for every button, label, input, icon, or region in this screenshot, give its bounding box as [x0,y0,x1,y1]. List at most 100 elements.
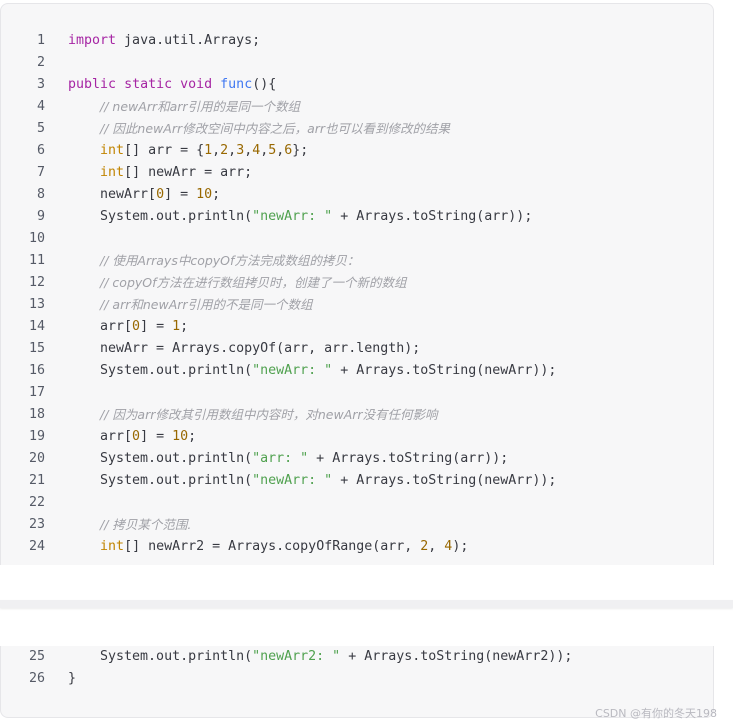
code-token: ] = [164,187,197,202]
code-token: + Arrays.toString(newArr)); [332,473,557,488]
line-number: 11 [28,253,45,268]
line-number: 21 [28,473,45,488]
code-text: arr[0] = 10; [68,426,196,448]
code-token: // 因为arr修改其引用数组中内容时，对newArr没有任何影响 [100,407,438,422]
code-line: 25 System.out.println("newArr2: " + Arra… [1,646,713,668]
code-text: // 拷贝某个范围. [68,514,191,537]
code-line: 22 [1,492,713,514]
code-token: System.out.println( [68,649,253,664]
code-text: // 使用Arrays中copyOf方法完成数组的拷贝： [68,250,359,273]
code-token: "newArr: " [252,473,333,488]
code-token: void [180,77,213,92]
line-number: 2 [36,55,45,70]
line-number: 1 [36,33,45,48]
code-token: "newArr: " [252,363,333,378]
code-token: , [428,539,445,554]
line-number: 26 [28,671,45,686]
code-text: System.out.println("newArr2: " + Arrays.… [68,646,572,668]
code-line: 13 // arr和newArr引用的不是同一个数组 [1,294,713,316]
line-number: 15 [28,341,45,356]
code-token: }; [292,143,309,158]
code-token: System.out.println( [68,209,253,224]
code-text: } [68,668,76,690]
line-number: 18 [28,407,45,422]
code-token: newArr = Arrays.copyOf(arr, arr.length); [68,341,421,356]
code-line: 23 // 拷贝某个范围. [1,514,713,536]
code-line: 14 arr[0] = 1; [1,316,713,338]
code-token: // copyOf方法在进行数组拷贝时，创建了一个新的数组 [100,275,407,290]
code-line: 12 // copyOf方法在进行数组拷贝时，创建了一个新的数组 [1,272,713,294]
code-text: arr[0] = 1; [68,316,188,338]
code-line: 2 [1,52,713,74]
code-line: 1 import java.util.Arrays; [1,30,713,52]
code-token: + Arrays.toString(arr)); [332,209,533,224]
code-token: int [100,143,125,158]
code-token: ; [188,429,197,444]
code-text: // copyOf方法在进行数组拷贝时，创建了一个新的数组 [68,272,407,295]
line-number: 8 [36,187,45,202]
code-token: arr[ [68,429,133,444]
code-token: 10 [172,429,189,444]
line-number: 20 [28,451,45,466]
code-token: ; [180,319,189,334]
code-token: [] newArr = arr; [124,165,253,180]
code-line: 21 System.out.println("newArr: " + Array… [1,470,713,492]
line-number: 4 [36,99,45,114]
code-token: + Arrays.toString(newArr2)); [340,649,573,664]
page-break-divider [0,600,733,608]
code-token: int [100,165,125,180]
code-line: 4 // newArr和arr引用的是同一个数组 [1,96,713,118]
line-number: 22 [28,495,45,510]
code-token: + Arrays.toString(newArr)); [332,363,557,378]
code-token: java.util.Arrays; [116,33,261,48]
line-number: 14 [28,319,45,334]
code-token: // 使用Arrays中copyOf方法完成数组的拷贝： [100,253,360,268]
line-number: 23 [28,517,45,532]
code-token: ] = [140,319,173,334]
line-number: 6 [36,143,45,158]
code-text: newArr[0] = 10; [68,184,220,206]
code-token: // arr和newArr引用的不是同一个数组 [100,297,313,312]
line-number: 9 [36,209,45,224]
code-token: (){ [252,77,277,92]
code-line: 5 // 因此newArr修改空间中内容之后，arr也可以看到修改的结果 [1,118,713,140]
line-number: 16 [28,363,45,378]
code-text: System.out.println("arr: " + Arrays.toSt… [68,448,508,470]
code-token: // 因此newArr修改空间中内容之后，arr也可以看到修改的结果 [100,121,451,136]
line-number: 17 [28,385,45,400]
line-number: 13 [28,297,45,312]
line-number: 19 [28,429,45,444]
code-token: , [228,143,237,158]
code-line: 17 [1,382,713,404]
code-line: 10 [1,228,713,250]
line-number: 3 [36,77,45,92]
code-text: System.out.println("newArr: " + Arrays.t… [68,360,556,382]
code-text: int[] newArr = arr; [68,162,252,184]
code-text: System.out.println("newArr: " + Arrays.t… [68,206,532,228]
code-text: import java.util.Arrays; [68,30,260,52]
line-number: 7 [36,165,45,180]
code-token: static [124,77,173,92]
code-line: 6 int[] arr = {1,2,3,4,5,6}; [1,140,713,162]
code-text: int[] arr = {1,2,3,4,5,6}; [68,140,308,162]
code-token: // newArr和arr引用的是同一个数组 [100,99,301,114]
code-text: int[] newArr2 = Arrays.copyOfRange(arr, … [68,536,468,558]
code-token: "newArr2: " [252,649,341,664]
code-line: 24 int[] newArr2 = Arrays.copyOfRange(ar… [1,536,713,558]
line-number: 10 [28,231,45,246]
code-token: func [220,77,253,92]
code-text: // 因为arr修改其引用数组中内容时，对newArr没有任何影响 [68,404,438,427]
code-token: import [68,33,117,48]
code-line: 26} [1,668,713,690]
code-text: public static void func(){ [68,74,276,96]
code-token: "newArr: " [252,209,333,224]
code-token: 3 [236,143,245,158]
code-token: System.out.println( [68,473,253,488]
